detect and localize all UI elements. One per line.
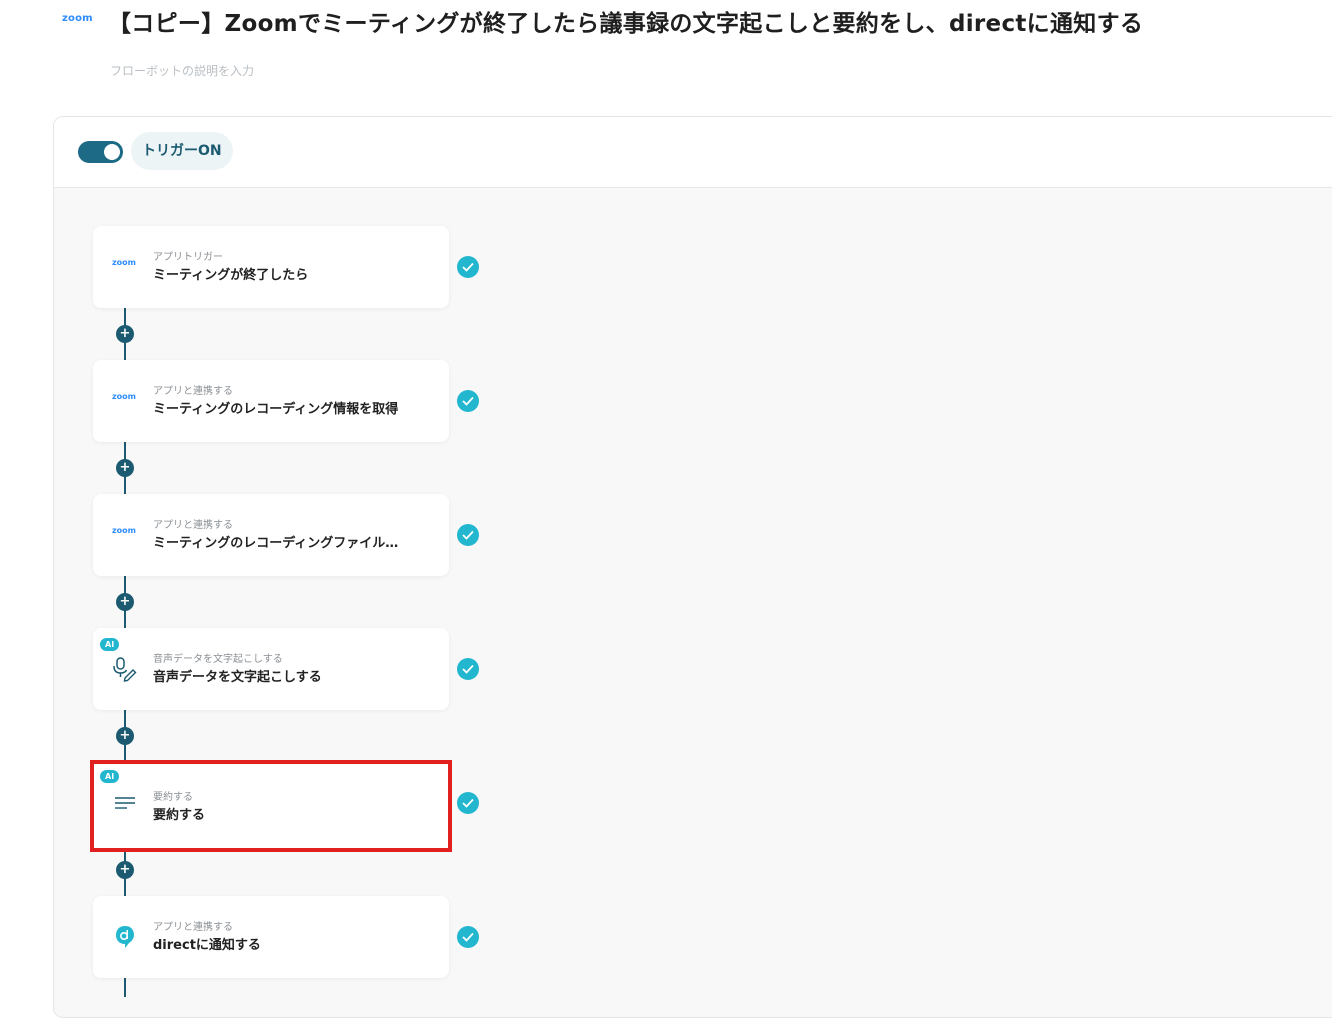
flow-step-get-recording-file[interactable]: zoom アプリと連携する ミーティングのレコーディングファイル…	[93, 494, 449, 576]
step-subtitle: 音声データを文字起こしする	[153, 654, 283, 665]
ai-badge: AI	[100, 770, 120, 783]
toggle-knob	[104, 144, 120, 160]
step-title: 要約する	[153, 808, 206, 823]
ai-badge: AI	[100, 638, 120, 651]
page-title[interactable]: 【コピー】Zoomでミーティングが終了したら議事録の文字起こしと要約をし、dir…	[108, 4, 1143, 38]
step-subtitle: 要約する	[153, 792, 193, 803]
check-icon	[457, 390, 479, 412]
add-step-button[interactable]: +	[116, 861, 134, 879]
panel-header: トリガーON	[54, 117, 1332, 188]
step-subtitle: アプリと連携する	[153, 922, 233, 933]
mic-pen-icon	[111, 656, 139, 682]
step-title: ミーティングが終了したら	[153, 268, 309, 283]
add-step-button[interactable]: +	[116, 727, 134, 745]
direct-icon	[114, 924, 142, 948]
zoom-icon: zoom	[112, 392, 136, 401]
check-icon	[457, 256, 479, 278]
step-subtitle: アプリと連携する	[153, 520, 233, 531]
trigger-status-label: トリガーON	[131, 132, 233, 170]
connector-line	[124, 977, 126, 997]
description-input[interactable]: フローボットの説明を入力	[110, 62, 254, 79]
add-step-button[interactable]: +	[116, 593, 134, 611]
check-icon	[457, 792, 479, 814]
check-icon	[457, 524, 479, 546]
step-title: 音声データを文字起こしする	[153, 670, 322, 685]
zoom-logo: zoom	[62, 13, 93, 24]
trigger-toggle[interactable]	[78, 141, 123, 163]
step-subtitle: アプリトリガー	[153, 252, 223, 263]
step-title: directに通知する	[153, 938, 261, 953]
zoom-icon: zoom	[112, 526, 136, 535]
flow-step-summarize[interactable]: AI 要約する 要約する	[90, 760, 452, 852]
step-title: ミーティングのレコーディング情報を取得	[153, 402, 399, 417]
check-icon	[457, 926, 479, 948]
flow-step-transcribe[interactable]: AI 音声データを文字起こしする 音声データを文字起こしする	[93, 628, 449, 710]
flow-step-get-recording-info[interactable]: zoom アプリと連携する ミーティングのレコーディング情報を取得	[93, 360, 449, 442]
zoom-icon: zoom	[112, 258, 136, 267]
flow-step-notify-direct[interactable]: アプリと連携する directに通知する	[93, 896, 449, 978]
add-step-button[interactable]: +	[116, 325, 134, 343]
step-title: ミーティングのレコーディングファイル…	[153, 536, 399, 551]
add-step-button[interactable]: +	[116, 459, 134, 477]
flow-step-meeting-ended[interactable]: zoom アプリトリガー ミーティングが終了したら	[93, 226, 449, 308]
step-subtitle: アプリと連携する	[153, 386, 233, 397]
lines-icon	[113, 796, 141, 816]
check-icon	[457, 658, 479, 680]
